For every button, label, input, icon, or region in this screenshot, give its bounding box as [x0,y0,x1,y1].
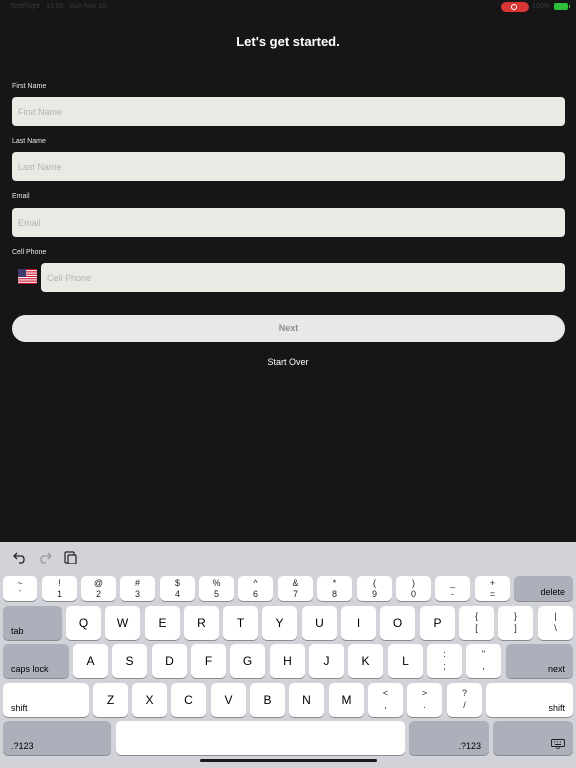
next-key[interactable]: next [506,644,573,678]
key-o[interactable]: O [380,606,415,640]
key-j[interactable]: J [309,644,344,678]
key-l[interactable]: L [388,644,423,678]
key-g[interactable]: G [230,644,265,678]
key-w[interactable]: W [105,606,140,640]
status-bar: TestFlight 13:58 Sun Nov 10 100% [0,0,576,14]
key-comma[interactable]: <, [368,683,403,717]
tab-key[interactable]: tab [3,606,62,640]
key-semicolon[interactable]: :; [427,644,462,678]
key-s[interactable]: S [112,644,147,678]
key-x[interactable]: X [132,683,167,717]
key-a[interactable]: A [73,644,108,678]
key-b[interactable]: B [250,683,285,717]
key-d[interactable]: D [152,644,187,678]
space-key[interactable] [116,721,405,755]
key-h[interactable]: H [270,644,305,678]
key-period[interactable]: >. [407,683,442,717]
next-button[interactable]: Next [12,315,565,342]
key-y[interactable]: Y [262,606,297,640]
keyboard-toolbar [0,542,576,574]
home-indicator [200,759,377,762]
key-minus[interactable]: _ - [435,576,470,601]
key-6[interactable]: ^ 6 [238,576,273,601]
key-4[interactable]: $4 [160,576,195,601]
key-i[interactable]: I [341,606,376,640]
right-shift-key[interactable]: shift [486,683,573,717]
caps-lock-key[interactable]: caps lock [3,644,69,678]
redo-icon[interactable] [38,550,52,564]
key-7[interactable]: & 7 [278,576,313,601]
email-input[interactable] [12,208,565,237]
email-label: Email [12,193,30,200]
numbers-key-right[interactable]: .?123 [409,721,489,755]
cell-phone-label: Cell Phone [12,249,47,256]
key-m[interactable]: M [329,683,364,717]
key-slash[interactable]: ? / [447,683,482,717]
key-r[interactable]: R [184,606,219,640]
screen-recording-icon [501,2,529,12]
key-3[interactable]: #3 [120,576,155,601]
key-p[interactable]: P [420,606,455,640]
keyboard-dismiss-icon [551,739,565,749]
key-k[interactable]: K [348,644,383,678]
status-date: Sun Nov 10 [69,3,107,10]
key-u[interactable]: U [302,606,337,640]
start-over-link[interactable]: Start Over [0,357,576,367]
key-left-bracket[interactable]: {[ [459,606,494,640]
key-v[interactable]: V [211,683,246,717]
key-2[interactable]: @2 [81,576,116,601]
delete-key[interactable]: delete [514,576,573,601]
numbers-key-left[interactable]: .?123 [3,721,111,755]
last-name-label: Last Name [12,138,46,145]
page-title: Let's get started. [236,34,340,49]
first-name-input[interactable] [12,97,565,126]
key-backslash[interactable]: | \ [538,606,573,640]
key-c[interactable]: C [171,683,206,717]
keyboard-dismiss-key[interactable] [493,721,573,755]
key-f[interactable]: F [191,644,226,678]
key-8[interactable]: * 8 [317,576,352,601]
key-n[interactable]: N [289,683,324,717]
battery-icon [553,3,570,10]
key-backtick[interactable]: ~ ` [3,576,37,601]
key-5[interactable]: % 5 [199,576,234,601]
key-z[interactable]: Z [93,683,128,717]
status-time: 13:58 [45,3,64,10]
key-right-bracket[interactable]: }] [498,606,533,640]
key-1[interactable]: ! 1 [42,576,77,601]
first-name-label: First Name [12,83,47,90]
left-shift-key[interactable]: shift [3,683,89,717]
key-q[interactable]: Q [66,606,101,640]
us-flag-icon[interactable] [18,269,37,284]
key-quote[interactable]: ", [466,644,501,678]
cell-phone-input[interactable] [41,263,565,292]
keyboard: ~ ` ! 1 @2 #3 $4 % 5 ^ 6 & 7 * 8 (9 ) 0 _ - + = d… [0,542,576,768]
paste-icon[interactable] [63,550,77,564]
key-9[interactable]: (9 [357,576,392,601]
undo-icon[interactable] [13,550,27,564]
battery-percent: 100% [532,3,550,10]
carrier-label: TestFlight [10,3,40,10]
key-equals[interactable]: + = [475,576,510,601]
last-name-input[interactable] [12,152,565,181]
key-0[interactable]: ) 0 [396,576,431,601]
key-t[interactable]: T [223,606,258,640]
key-e[interactable]: E [145,606,180,640]
